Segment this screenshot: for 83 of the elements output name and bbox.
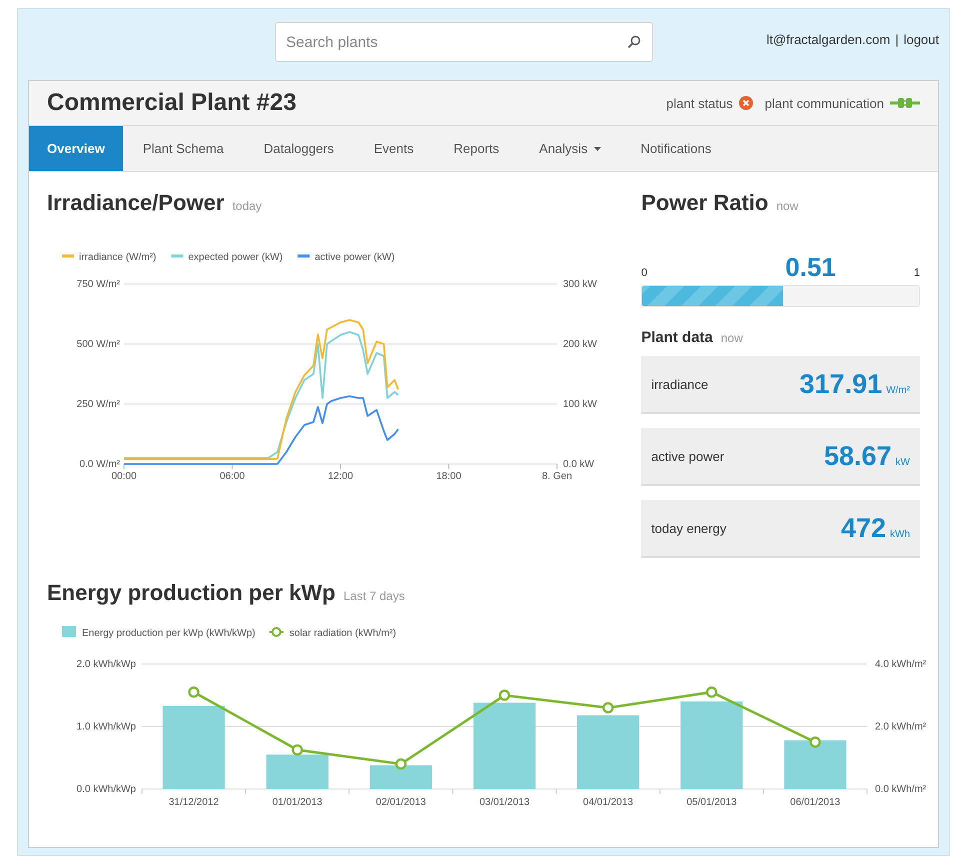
x-axis-label: 03/01/2013 (479, 797, 530, 808)
tab[interactable]: Analysis (519, 126, 621, 171)
data-unit: kWh (890, 528, 910, 540)
x-axis-label: 01/01/2013 (272, 797, 322, 808)
section-subtitle: Last 7 days (343, 589, 405, 603)
section-title: Energy production per kWp (47, 580, 336, 606)
search-icon[interactable] (627, 35, 641, 49)
legend-label: active power (kW) (314, 252, 395, 263)
legend-label: irradiance (W/m²) (79, 252, 156, 263)
legend-item[interactable]: Energy production per kWp (kWh/kWp) (62, 626, 256, 639)
data-label: active power (651, 448, 724, 464)
y-axis-label: 750 W/m² (76, 279, 120, 290)
x-axis-label: 00:00 (111, 471, 137, 482)
y-axis-label: 0.0 W/m² (79, 459, 120, 470)
scale-min: 0 (641, 267, 648, 279)
x-axis-label: 04/01/2013 (583, 797, 634, 808)
x-axis-label: 18:00 (436, 471, 462, 482)
y-axis-label: 250 W/m² (76, 399, 120, 410)
data-point (292, 744, 303, 756)
data-point (188, 686, 200, 698)
section-title: Power Ratio (641, 190, 768, 216)
y-axis-label: 100 kW (563, 399, 597, 410)
section-title: Irradiance/Power (47, 190, 224, 216)
y-axis-label: 0.0 kWh/m² (875, 784, 926, 795)
y-axis-label: 1.0 kWh/kWp (76, 722, 136, 732)
y-axis-label: 300 kW (563, 279, 597, 290)
tab[interactable]: Events (354, 126, 434, 171)
tab[interactable]: Dataloggers (244, 126, 354, 171)
data-unit: W/m² (886, 384, 910, 396)
section-subtitle: today (232, 199, 262, 213)
data-value: 472 (840, 512, 886, 544)
x-axis-label: 05/01/2013 (686, 797, 737, 808)
user-email-link[interactable]: lt@fractalgarden.com (766, 32, 890, 47)
tab[interactable]: Notifications (620, 126, 732, 171)
bar (266, 754, 328, 789)
error-icon (738, 96, 753, 110)
status-label: plant communication (764, 96, 884, 110)
x-axis-label: 02/01/2013 (376, 797, 426, 808)
tab[interactable]: Reports (434, 126, 520, 171)
data-point (810, 736, 821, 748)
y-axis-label: 2.0 kWh/kWp (76, 659, 136, 670)
x-axis-label: 8. Gen (542, 471, 572, 482)
tab[interactable]: Plant Schema (122, 126, 244, 171)
y-axis-label: 0.0 kW (563, 459, 594, 470)
legend-item[interactable]: solar radiation (kWh/m²) (269, 627, 396, 639)
data-unit: kW (896, 456, 910, 468)
data-value: 317.91 (800, 368, 882, 400)
data-point (498, 690, 510, 701)
x-axis-label: 31/12/2012 (168, 797, 219, 808)
section-subtitle: now (776, 199, 798, 213)
data-label: irradiance (651, 376, 708, 392)
legend-item[interactable]: irradiance (W/m²) (62, 252, 156, 263)
x-axis-label: 12:00 (328, 471, 354, 482)
plant-title: Commercial Plant #23 (47, 89, 296, 117)
ratio-value: 0.51 (785, 252, 836, 283)
data-value: 58.67 (824, 440, 892, 472)
data-label: today energy (651, 520, 726, 536)
y-axis-label: 0.0 kWh/kWp (76, 784, 136, 795)
section-title: Plant data (641, 329, 713, 346)
bar (784, 740, 846, 789)
y-axis-label: 2.0 kWh/m² (875, 722, 926, 732)
legend-label: expected power (kW) (188, 252, 283, 263)
data-point (706, 686, 718, 698)
search-field[interactable]: Search plants (275, 22, 653, 62)
scale-max: 1 (914, 267, 920, 279)
y-axis-label: 200 kW (563, 339, 597, 350)
x-axis-label: 06:00 (220, 471, 245, 482)
status-label: plant status (666, 96, 733, 110)
data-point (395, 758, 407, 770)
legend-item[interactable]: expected power (kW) (171, 252, 283, 263)
section-subtitle: now (720, 331, 743, 345)
legend-label: Energy production per kWp (kWh/kWp) (82, 628, 256, 639)
bar (370, 765, 432, 789)
y-axis-label: 4.0 kWh/m² (875, 659, 926, 670)
plug-icon (890, 97, 920, 109)
separator: | (895, 32, 899, 47)
x-axis-label: 06/01/2013 (790, 797, 840, 808)
legend-item[interactable]: active power (kW) (298, 252, 395, 263)
data-point (602, 702, 614, 714)
legend-label: solar radiation (kWh/m²) (289, 628, 396, 639)
tab[interactable]: Overview (29, 126, 123, 171)
y-axis-label: 500 W/m² (76, 339, 120, 350)
logout-link[interactable]: logout (904, 32, 939, 47)
